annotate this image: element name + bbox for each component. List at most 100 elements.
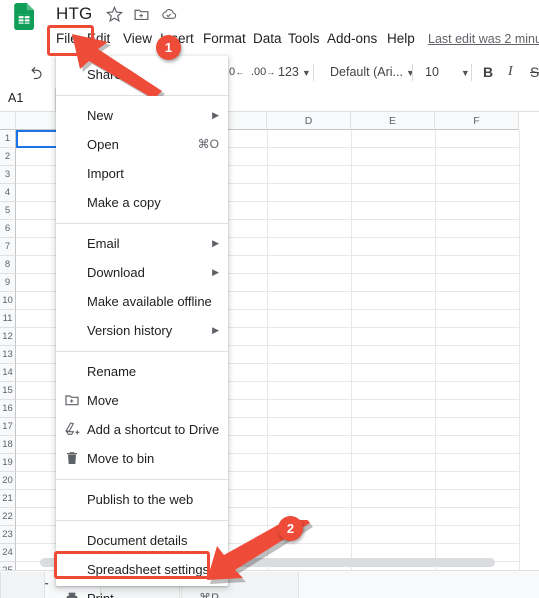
- bold-button[interactable]: B: [483, 58, 493, 86]
- column-header-E[interactable]: E: [351, 112, 435, 130]
- grid-cell[interactable]: [436, 364, 520, 382]
- grid-cell[interactable]: [352, 166, 436, 184]
- menu-item-data[interactable]: Data: [253, 28, 282, 50]
- row-header-11[interactable]: 11: [0, 310, 16, 328]
- star-icon[interactable]: [106, 6, 123, 23]
- grid-cell[interactable]: [436, 346, 520, 364]
- grid-cell[interactable]: [352, 292, 436, 310]
- menu-option-import[interactable]: Import: [56, 159, 228, 188]
- grid-cell[interactable]: [268, 238, 352, 256]
- name-box[interactable]: A1: [8, 91, 23, 105]
- row-header-13[interactable]: 13: [0, 346, 16, 364]
- grid-cell[interactable]: [268, 346, 352, 364]
- menu-option-download[interactable]: Download ▶: [56, 258, 228, 287]
- menu-item-tools[interactable]: Tools: [288, 28, 320, 50]
- column-header-F[interactable]: F: [435, 112, 519, 130]
- row-header-7[interactable]: 7: [0, 238, 16, 256]
- move-to-folder-icon[interactable]: [133, 6, 150, 23]
- grid-cell[interactable]: [436, 490, 520, 508]
- grid-cell[interactable]: [436, 382, 520, 400]
- grid-cell[interactable]: [436, 526, 520, 544]
- menu-option-open[interactable]: Open ⌘O: [56, 130, 228, 159]
- grid-cell[interactable]: [436, 130, 520, 148]
- grid-cell[interactable]: [436, 148, 520, 166]
- grid-cell[interactable]: [268, 220, 352, 238]
- grid-cell[interactable]: [352, 508, 436, 526]
- row-header-8[interactable]: 8: [0, 256, 16, 274]
- grid-cell[interactable]: [436, 256, 520, 274]
- grid-cell[interactable]: [352, 418, 436, 436]
- grid-cell[interactable]: [352, 400, 436, 418]
- menu-option-new[interactable]: New ▶: [56, 101, 228, 130]
- grid-cell[interactable]: [352, 364, 436, 382]
- menu-option-move-to-bin[interactable]: Move to bin: [56, 444, 228, 473]
- menu-item-format[interactable]: Format: [203, 28, 246, 50]
- row-header-18[interactable]: 18: [0, 436, 16, 454]
- grid-cell[interactable]: [268, 202, 352, 220]
- grid-cell[interactable]: [352, 220, 436, 238]
- row-header-6[interactable]: 6: [0, 220, 16, 238]
- grid-cell[interactable]: [268, 400, 352, 418]
- column-header-D[interactable]: D: [267, 112, 351, 130]
- increase-decimal-button[interactable]: .00→: [251, 58, 275, 86]
- menu-item-help[interactable]: Help: [387, 28, 415, 50]
- italic-button[interactable]: I: [508, 58, 513, 86]
- row-header-14[interactable]: 14: [0, 364, 16, 382]
- menu-option-make-available-offline[interactable]: Make available offline: [56, 287, 228, 316]
- row-header-24[interactable]: 24: [0, 544, 16, 562]
- menu-option-email[interactable]: Email ▶: [56, 229, 228, 258]
- row-header-21[interactable]: 21: [0, 490, 16, 508]
- row-header-15[interactable]: 15: [0, 382, 16, 400]
- grid-cell[interactable]: [268, 184, 352, 202]
- menu-option-print[interactable]: Print ⌘P: [56, 584, 228, 598]
- row-header-2[interactable]: 2: [0, 148, 16, 166]
- grid-cell[interactable]: [352, 256, 436, 274]
- grid-cell[interactable]: [352, 184, 436, 202]
- grid-cell[interactable]: [352, 382, 436, 400]
- row-header-12[interactable]: 12: [0, 328, 16, 346]
- grid-cell[interactable]: [436, 184, 520, 202]
- grid-cell[interactable]: [436, 508, 520, 526]
- grid-cell[interactable]: [268, 418, 352, 436]
- grid-cell[interactable]: [268, 166, 352, 184]
- row-header-23[interactable]: 23: [0, 526, 16, 544]
- decrease-decimal-button[interactable]: .0←: [226, 58, 244, 86]
- grid-cell[interactable]: [436, 436, 520, 454]
- menu-item-view[interactable]: View: [123, 28, 152, 50]
- menu-option-version-history[interactable]: Version history ▶: [56, 316, 228, 345]
- grid-cell[interactable]: [268, 490, 352, 508]
- grid-cell[interactable]: [436, 292, 520, 310]
- grid-cell[interactable]: [436, 166, 520, 184]
- document-title[interactable]: HTG: [56, 4, 92, 24]
- grid-cell[interactable]: [268, 292, 352, 310]
- row-header-4[interactable]: 4: [0, 184, 16, 202]
- font-family-dropdown[interactable]: Default (Ari... ▼: [330, 58, 415, 87]
- grid-cell[interactable]: [352, 130, 436, 148]
- number-format-dropdown[interactable]: 123 ▼: [278, 58, 311, 87]
- grid-cell[interactable]: [436, 400, 520, 418]
- grid-cell[interactable]: [436, 418, 520, 436]
- menu-option-publish-to-the-web[interactable]: Publish to the web: [56, 485, 228, 514]
- grid-cell[interactable]: [352, 526, 436, 544]
- row-header-3[interactable]: 3: [0, 166, 16, 184]
- grid-cell[interactable]: [268, 382, 352, 400]
- strikethrough-button[interactable]: S: [530, 58, 539, 86]
- row-header-1[interactable]: 1: [0, 130, 16, 148]
- grid-corner-select-all[interactable]: [0, 112, 16, 130]
- row-header-17[interactable]: 17: [0, 418, 16, 436]
- grid-cell[interactable]: [268, 310, 352, 328]
- grid-cell[interactable]: [352, 346, 436, 364]
- menu-item-add-ons[interactable]: Add-ons: [327, 28, 377, 50]
- grid-cell[interactable]: [268, 328, 352, 346]
- grid-cell[interactable]: [268, 130, 352, 148]
- grid-cell[interactable]: [436, 454, 520, 472]
- undo-icon[interactable]: [28, 58, 45, 91]
- grid-cell[interactable]: [352, 148, 436, 166]
- font-size-dropdown[interactable]: 10 ▼: [425, 58, 470, 87]
- grid-cell[interactable]: [352, 454, 436, 472]
- menu-option-rename[interactable]: Rename: [56, 357, 228, 386]
- row-header-25[interactable]: 25: [0, 562, 16, 570]
- menu-option-add-a-shortcut-to-drive[interactable]: Add a shortcut to Drive: [56, 415, 228, 444]
- grid-cell[interactable]: [352, 238, 436, 256]
- row-header-10[interactable]: 10: [0, 292, 16, 310]
